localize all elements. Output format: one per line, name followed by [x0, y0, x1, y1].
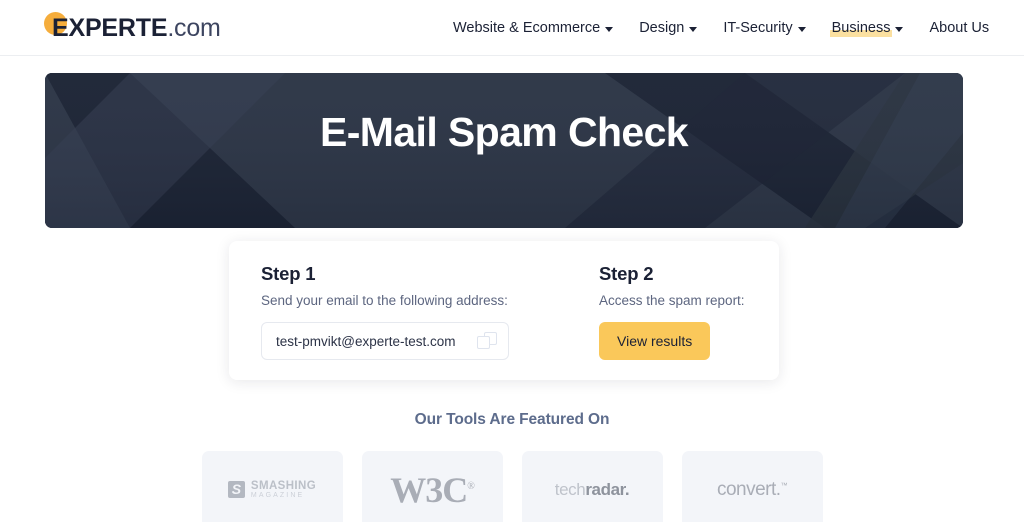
chevron-down-icon	[895, 26, 904, 32]
smashing-magazine-icon: SMASHING MAGAZINE	[227, 479, 317, 499]
nav-item-business[interactable]: Business	[819, 16, 917, 40]
nav-item-about-us[interactable]: About Us	[916, 16, 1002, 40]
featured-logo-row: SMASHING MAGAZINE W3C® techradar. conver…	[0, 451, 1024, 522]
featured-logo-w3c: W3C®	[361, 451, 503, 522]
techradar-part-1: tech	[554, 479, 586, 499]
step-1-title: Step 1	[261, 263, 316, 284]
chevron-down-icon	[689, 26, 698, 32]
hero-banner: E-Mail Spam Check	[45, 73, 963, 228]
step-1-block: Step 1 Send your email to the following …	[229, 263, 567, 380]
step-2-block: Step 2 Access the spam report: View resu…	[567, 263, 779, 380]
page-title: E-Mail Spam Check	[319, 109, 689, 155]
logo-tld: .com	[167, 14, 221, 42]
smashing-line-2: MAGAZINE	[250, 491, 305, 499]
convert-icon: convert.™	[716, 478, 788, 501]
hero-section: E-Mail Spam Check Step 1 Send your email…	[0, 56, 1024, 522]
nav-label: About Us	[929, 20, 990, 36]
techradar-part-2: radar.	[585, 479, 630, 499]
nav-label: Business	[829, 20, 893, 37]
convert-text: convert.	[716, 478, 781, 500]
convert-trademark-mark: ™	[780, 482, 788, 490]
nav-label: IT-Security	[723, 20, 793, 36]
featured-on-section: Our Tools Are Featured On SMASHING MAGAZ…	[0, 411, 1024, 522]
view-results-button[interactable]: View results	[599, 322, 711, 360]
nav-item-design[interactable]: Design	[626, 16, 710, 40]
steps-card: Step 1 Send your email to the following …	[229, 241, 779, 380]
nav-label: Design	[639, 20, 685, 36]
copy-icon[interactable]	[476, 330, 498, 352]
featured-logo-smashing-magazine: SMASHING MAGAZINE	[201, 451, 343, 522]
email-address-value: test-pmvikt@experte-test.com	[276, 333, 456, 349]
featured-on-title: Our Tools Are Featured On	[414, 411, 610, 428]
nav-label: Website & Ecommerce	[453, 20, 601, 36]
main-navigation: Website & Ecommerce Design IT-Security B…	[440, 0, 1002, 56]
chevron-down-icon	[605, 26, 614, 32]
chevron-down-icon	[797, 26, 806, 32]
site-header: EXPERTE.com Website & Ecommerce Design I…	[0, 0, 1024, 56]
step-2-subtitle: Access the spam report:	[599, 293, 745, 308]
w3c-icon: W3C®	[390, 469, 475, 511]
logo-text: EXPERTE.com	[44, 12, 221, 44]
smashing-mark-icon	[227, 481, 245, 498]
w3c-text: W3C	[390, 469, 468, 510]
logo-name: EXPERTE	[52, 14, 168, 42]
smashing-line-1: SMASHING	[250, 479, 317, 492]
nav-item-website-ecommerce[interactable]: Website & Ecommerce	[440, 16, 626, 40]
site-logo[interactable]: EXPERTE.com	[44, 12, 221, 44]
step-1-subtitle: Send your email to the following address…	[261, 293, 508, 308]
techradar-icon: techradar.	[554, 479, 630, 500]
featured-logo-techradar: techradar.	[521, 451, 663, 522]
step-2-title: Step 2	[599, 263, 654, 284]
w3c-registered-mark: ®	[467, 480, 475, 492]
email-address-field[interactable]: test-pmvikt@experte-test.com	[261, 322, 509, 360]
featured-logo-convert: convert.™	[681, 451, 823, 522]
nav-item-it-security[interactable]: IT-Security	[710, 16, 818, 40]
copy-icon-front-square	[477, 336, 490, 349]
